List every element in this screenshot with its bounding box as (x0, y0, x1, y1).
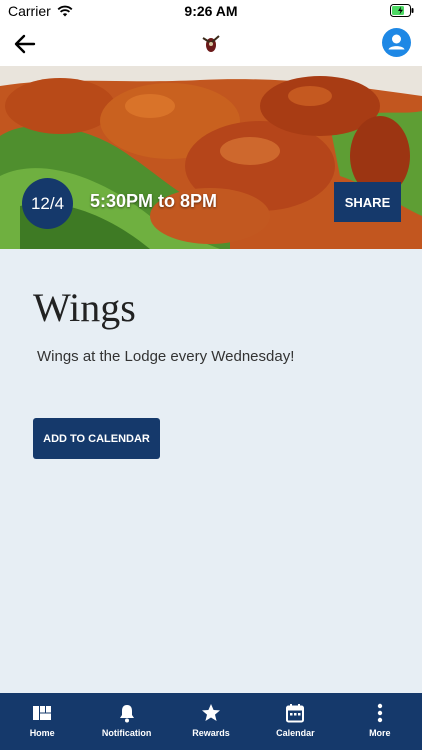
profile-button[interactable] (382, 28, 411, 57)
tab-label: Rewards (192, 728, 230, 738)
date-badge: 12/4 (22, 178, 73, 229)
tab-home[interactable]: Home (0, 693, 84, 750)
tab-label: Notification (101, 728, 152, 738)
tab-more[interactable]: More (338, 693, 422, 750)
calendar-icon (286, 704, 305, 723)
tab-label: Home (29, 728, 55, 738)
nav-bar (0, 22, 422, 66)
more-vertical-icon (377, 703, 383, 723)
status-time: 9:26 AM (184, 3, 238, 19)
user-icon (388, 34, 405, 50)
event-image: 12/4 5:30PM to 8PM SHARE (0, 66, 422, 249)
bell-icon (119, 705, 134, 723)
arrow-left-icon (14, 34, 36, 54)
tab-label: Calendar (276, 728, 315, 738)
tab-calendar[interactable]: Calendar (253, 693, 337, 750)
back-button[interactable] (12, 32, 38, 56)
tab-notification[interactable]: Notification (84, 693, 168, 750)
tab-bar: Home Notification Rewards Calendar More (0, 693, 422, 750)
add-to-calendar-button[interactable]: ADD TO CALENDAR (33, 418, 160, 459)
tab-rewards[interactable]: Rewards (169, 693, 253, 750)
event-time: 5:30PM to 8PM (90, 191, 218, 211)
star-icon (202, 704, 221, 721)
event-title: Wings (33, 285, 136, 330)
battery-icon (390, 4, 414, 20)
event-description: Wings at the Lodge every Wednesday! (37, 348, 295, 365)
lodge-logo-icon (201, 32, 221, 54)
status-bar: Carrier 9:26 AM (0, 0, 422, 22)
share-button[interactable]: SHARE (334, 182, 401, 222)
tab-label: More (369, 728, 391, 738)
home-grid-icon (33, 706, 52, 720)
